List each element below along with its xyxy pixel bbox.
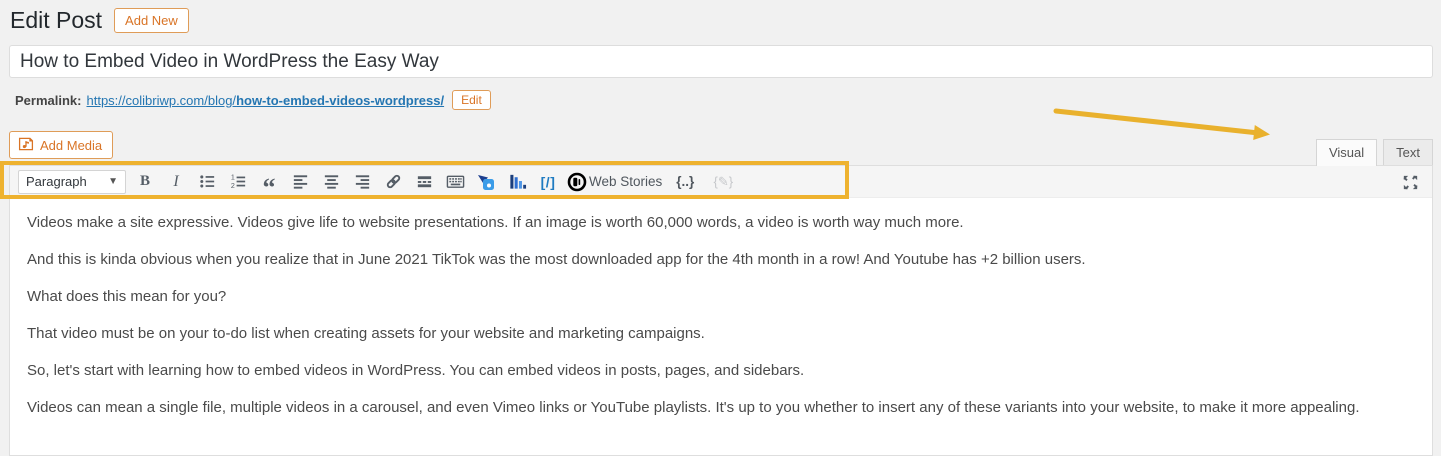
tab-text[interactable]: Text (1383, 139, 1433, 165)
bold-icon: B (139, 173, 150, 189)
web-stories-button[interactable]: Web Stories (567, 172, 662, 192)
fullscreen-button[interactable] (1398, 170, 1422, 194)
add-media-label: Add Media (40, 137, 103, 153)
link-button[interactable] (381, 170, 405, 194)
post-title-input[interactable] (9, 45, 1433, 78)
code-snippet-icon: {..} (676, 174, 695, 189)
content-paragraph: Videos make a site expressive. Videos gi… (27, 214, 964, 231)
blockquote-icon: “ (262, 172, 276, 202)
bold-button[interactable]: B (133, 170, 157, 194)
bullet-list-button[interactable] (195, 170, 219, 194)
format-dropdown-value: Paragraph (26, 174, 87, 189)
permalink-link[interactable]: https://colibriwp.com/blog/how-to-embed-… (86, 93, 444, 108)
code-snippet-button[interactable]: {..} (669, 170, 701, 194)
add-new-button[interactable]: Add New (114, 8, 189, 34)
editor-content-area[interactable]: Videos make a site expressive. Videos gi… (10, 198, 1432, 415)
svg-text:2: 2 (230, 182, 234, 190)
chevron-down-icon: ▼ (108, 176, 118, 187)
format-dropdown[interactable]: Paragraph ▼ (18, 169, 126, 194)
code-edit-icon: {✎} (713, 173, 734, 189)
permalink-label: Permalink: (15, 92, 82, 108)
page-title: Edit Post (10, 7, 103, 33)
permalink-base: https://colibriwp.com/blog/ (86, 92, 237, 108)
plugin-insert-button[interactable] (474, 170, 498, 194)
content-paragraph: So, let's start with learning how to emb… (27, 362, 805, 379)
shortcode-button[interactable]: [/] (536, 170, 560, 194)
editor-toolbar: Paragraph ▼ B I 1 2 “ [/] Web Stories {.… (10, 166, 1432, 202)
bar-chart-icon (509, 174, 526, 189)
align-left-button[interactable] (288, 170, 312, 194)
content-paragraph: And this is kinda obvious when you reali… (27, 251, 1086, 268)
edit-permalink-button[interactable]: Edit (452, 90, 491, 110)
shortcode-icon: [/] (540, 173, 556, 190)
page-header: Edit Post Add New (10, 7, 189, 35)
numbered-list-button[interactable]: 1 2 (226, 170, 250, 194)
toolbar-toggle-button[interactable] (443, 170, 467, 194)
plugin-blue-icon (478, 174, 494, 190)
editor-frame: Paragraph ▼ B I 1 2 “ [/] Web Stories {.… (9, 165, 1433, 456)
italic-button[interactable]: I (164, 170, 188, 194)
read-more-button[interactable] (412, 170, 436, 194)
link-icon (386, 174, 400, 189)
add-media-icon (18, 136, 34, 155)
read-more-icon (417, 176, 431, 188)
align-center-button[interactable] (319, 170, 343, 194)
permalink-slug: how-to-embed-videos-wordpress/ (236, 92, 445, 108)
align-center-icon (324, 175, 338, 189)
align-right-icon (355, 175, 369, 189)
editor-mode-tabs: Visual Text (1315, 139, 1433, 166)
tab-visual[interactable]: Visual (1315, 139, 1378, 166)
code-edit-button[interactable]: {✎} (708, 170, 738, 194)
add-media-button[interactable]: Add Media (9, 131, 114, 159)
web-stories-label: Web Stories (589, 174, 663, 189)
blockquote-button[interactable]: “ (257, 170, 281, 202)
bullet-list-icon (199, 175, 214, 188)
chart-insert-button[interactable] (505, 170, 529, 194)
numbered-list-icon: 1 2 (230, 174, 245, 190)
content-paragraph: Videos can mean a single file, multiple … (27, 399, 1360, 416)
svg-text:1: 1 (230, 174, 234, 182)
align-left-icon (293, 175, 307, 189)
web-stories-icon (567, 172, 587, 191)
fullscreen-icon (1402, 174, 1418, 190)
permalink-row: Permalink: https://colibriwp.com/blog/ho… (15, 90, 491, 110)
post-editor: Add Media Visual Text Paragraph ▼ B I 1 … (9, 130, 1433, 456)
align-right-button[interactable] (350, 170, 374, 194)
italic-icon: I (173, 172, 179, 190)
content-paragraph: What does this mean for you? (27, 288, 227, 305)
keyboard-icon (446, 175, 464, 188)
content-paragraph: That video must be on your to-do list wh… (27, 325, 705, 342)
